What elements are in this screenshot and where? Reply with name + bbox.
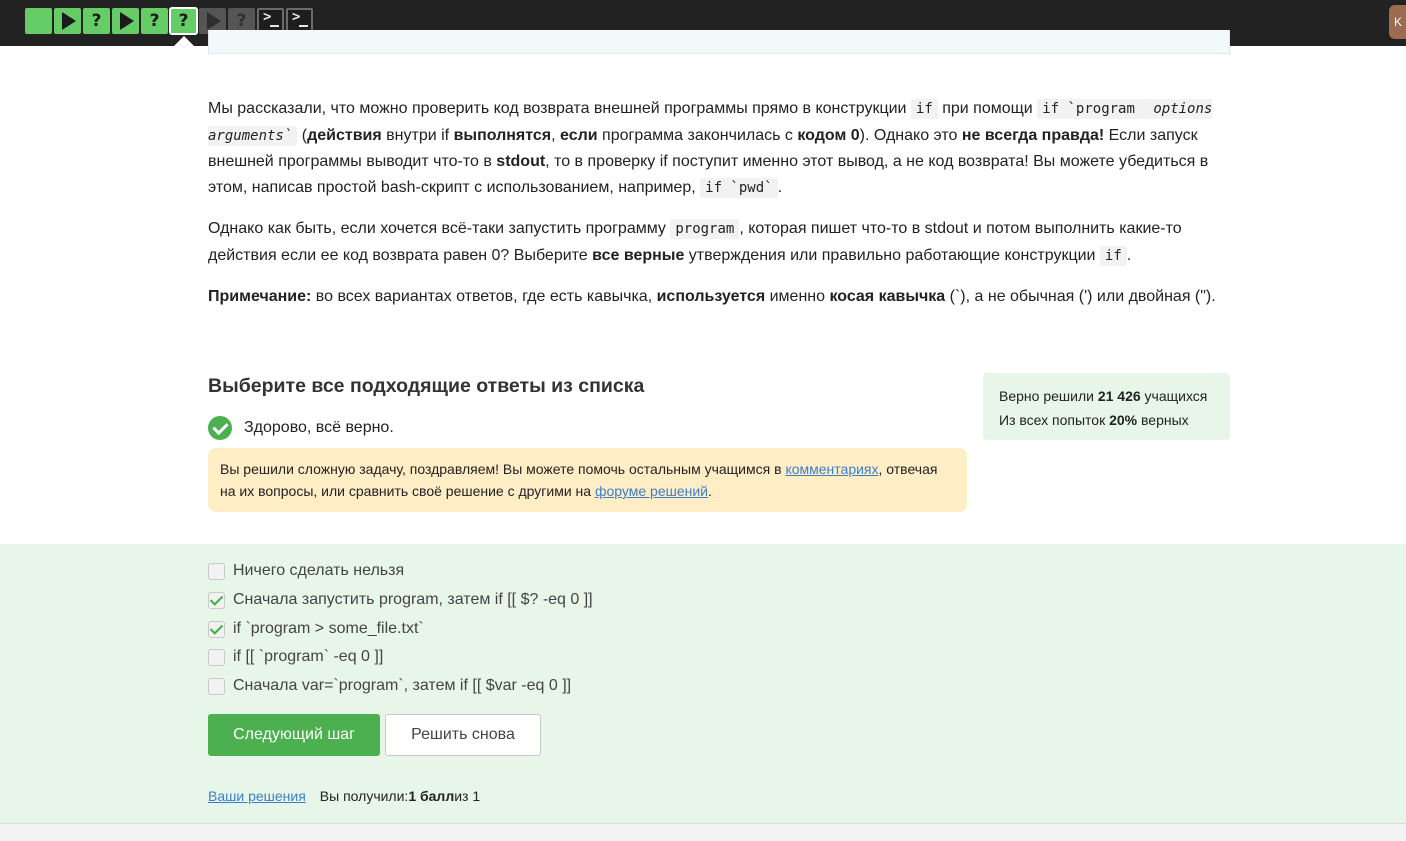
avatar[interactable]: K	[1389, 5, 1406, 39]
step-3-quiz[interactable]: ?	[83, 8, 110, 34]
answer-option[interactable]: Ничего сделать нельзя	[208, 562, 404, 580]
bold-text: если	[560, 126, 598, 144]
text: Из всех попыток	[999, 412, 1110, 428]
bold-text: Примечание:	[208, 288, 312, 305]
solved-count: 21 426	[1097, 388, 1141, 404]
answer-option[interactable]: Сначала запустить program, затем if [[ $…	[208, 591, 593, 609]
solutions-forum-link[interactable]: форуме решений	[595, 483, 708, 499]
inline-code: if	[910, 99, 938, 119]
option-label: if `program > some_file.txt`	[233, 620, 424, 637]
bold-text: выполнятся	[453, 126, 552, 144]
inline-code: if	[1099, 245, 1127, 266]
score-total: из 1	[454, 788, 481, 804]
answer-option[interactable]: if [[ `program` -eq 0 ]]	[208, 648, 383, 666]
text: утверждения или правильно работающие кон…	[684, 246, 1100, 264]
stats-line-solved: Верно решили 21 426 учащихся	[999, 384, 1214, 408]
paragraph-3-note: Примечание: во всех вариантах ответов, г…	[208, 284, 1230, 310]
check-circle-icon	[208, 416, 232, 440]
result-text: Здорово, всё верно.	[244, 419, 394, 436]
step-2-video[interactable]	[54, 8, 81, 34]
current-step-pointer	[174, 36, 194, 46]
step-5-quiz[interactable]: ?	[141, 8, 168, 34]
play-icon	[120, 12, 134, 30]
inline-code: if `pwd`	[700, 177, 778, 198]
answer-option[interactable]: if `program > some_file.txt`	[208, 620, 424, 638]
text: ). Однако это	[859, 126, 962, 144]
question-icon: ?	[236, 11, 247, 31]
step-1-text[interactable]	[25, 8, 52, 34]
text: программа закончилась с	[597, 126, 798, 144]
text: верных	[1137, 412, 1189, 428]
question-icon: ?	[149, 11, 160, 31]
text: .	[708, 483, 712, 499]
step-4-video[interactable]	[112, 8, 139, 34]
score-line: Ваши решения Вы получили: 1 балл из 1	[208, 788, 480, 804]
text: Верно решили	[999, 388, 1098, 404]
checkbox-checked[interactable]	[208, 591, 225, 609]
text: при помощи	[937, 100, 1038, 117]
bold-text: действия	[307, 126, 382, 144]
option-label: Ничего сделать нельзя	[233, 562, 405, 579]
checkbox-checked[interactable]	[208, 620, 225, 638]
text: Вы решили сложную задачу, поздравляем! В…	[220, 461, 786, 477]
text: именно	[765, 288, 830, 305]
text: (	[297, 126, 308, 144]
text: во всех вариантах ответов, где есть кавы…	[311, 288, 657, 305]
solve-stats-box: Верно решили 21 426 учащихся Из всех поп…	[983, 373, 1230, 440]
next-step-button[interactable]: Следующий шаг	[208, 714, 380, 756]
text: (`), а не обычная (') или двойная (").	[945, 288, 1216, 305]
checkbox[interactable]	[208, 648, 225, 666]
option-label: Сначала запустить program, затем if [[ $…	[233, 591, 593, 608]
text: Однако как быть, если хочется всё-таки з…	[208, 220, 671, 237]
score-value: 1 балл	[408, 788, 455, 804]
option-label: if [[ `program` -eq 0 ]]	[233, 648, 384, 665]
option-label: Сначала var=`program`, затем if [[ $var …	[233, 677, 572, 694]
inline-code: if `program	[1037, 99, 1149, 119]
score-label: Вы получили:	[319, 788, 409, 804]
question-icon: ?	[91, 11, 102, 31]
comments-link[interactable]: комментариях	[785, 461, 878, 477]
bold-text: все верные	[592, 246, 685, 264]
your-solutions-link[interactable]: Ваши решения	[208, 788, 306, 804]
text: .	[1126, 246, 1132, 264]
bold-text: кодом 0	[797, 126, 860, 144]
text: ,	[551, 126, 561, 144]
previous-block-edge	[208, 30, 1230, 54]
hard-task-notice: Вы решили сложную задачу, поздравляем! В…	[208, 448, 967, 512]
step-6-quiz-current[interactable]: ?	[169, 7, 198, 35]
solve-again-button[interactable]: Решить снова	[385, 714, 541, 756]
page-bottom-strip	[0, 823, 1406, 841]
terminal-icon: >	[291, 9, 308, 29]
paragraph-1: Мы рассказали, что можно проверить код в…	[208, 96, 1230, 201]
text: внутри if	[381, 126, 454, 144]
correct-percent: 20%	[1109, 412, 1138, 428]
terminal-icon: >	[262, 9, 279, 29]
play-icon	[62, 12, 76, 30]
answer-option[interactable]: Сначала var=`program`, затем if [[ $var …	[208, 677, 571, 695]
bold-text: stdout	[496, 153, 546, 170]
paragraph-2: Однако как быть, если хочется всё-таки з…	[208, 216, 1230, 269]
bold-text: используется	[656, 288, 766, 305]
bold-text: не всегда правда!	[961, 126, 1105, 144]
text: Мы рассказали, что можно проверить код в…	[208, 100, 911, 117]
text: .	[777, 178, 783, 196]
play-icon	[207, 12, 221, 30]
result-status: Здорово, всё верно.	[208, 416, 394, 440]
quiz-title: Выберите все подходящие ответы из списка	[208, 375, 645, 397]
checkbox[interactable]	[208, 677, 225, 695]
checkbox[interactable]	[208, 562, 225, 580]
text: учащихся	[1140, 388, 1208, 404]
stats-line-attempts: Из всех попыток 20% верных	[999, 408, 1214, 432]
step-text: Мы рассказали, что можно проверить код в…	[208, 96, 1230, 325]
bold-text: косая кавычка	[829, 288, 946, 305]
inline-code: program	[670, 219, 740, 239]
question-icon: ?	[178, 11, 189, 31]
